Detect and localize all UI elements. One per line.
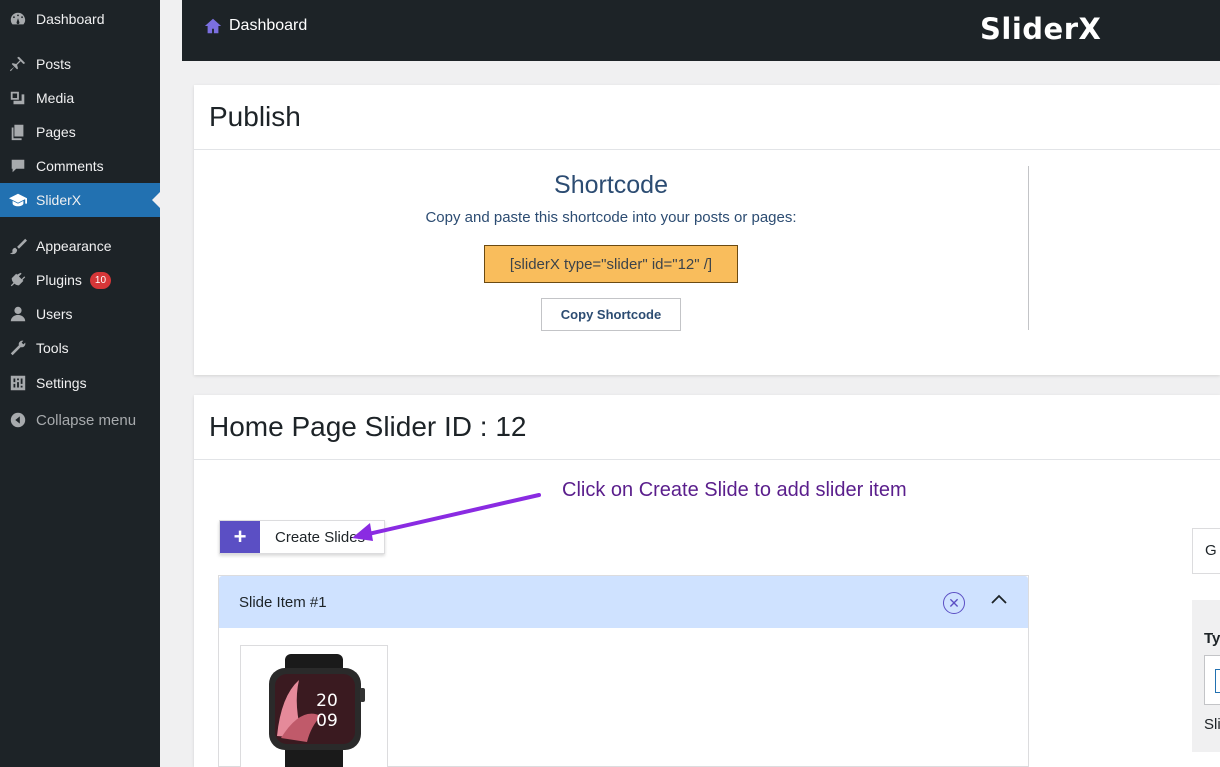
panel-title: Publish (194, 85, 1220, 150)
slide-image[interactable]: 20 09 (240, 645, 388, 767)
type-label: Ty (1204, 630, 1220, 647)
sidebar-item-label: Collapse menu (36, 411, 137, 429)
sidebar-item-pages[interactable]: Pages (0, 115, 160, 149)
shortcode-title: Shortcode (554, 171, 668, 199)
sidebar-item-label: Posts (36, 56, 72, 72)
sidebar-item-label: Comments (36, 158, 104, 174)
sidebar-item-label: Dashboard (36, 11, 105, 27)
sidebar-item-tools[interactable]: Tools (0, 331, 160, 365)
pin-icon (0, 55, 36, 73)
comment-icon (0, 157, 36, 175)
plugin-header: Dashboard SliderX (182, 0, 1220, 61)
annotation-arrow (352, 493, 541, 541)
sidebar-item-appearance[interactable]: Appearance (0, 229, 160, 263)
tutorial-annotation: Click on Create Slide to add slider item (562, 479, 907, 501)
sidebar-item-users[interactable]: Users (0, 297, 160, 331)
shortcode-section: Shortcode Copy and paste this shortcode … (194, 151, 1028, 375)
slide-item: Slide Item #1 ✕ 20 09 (218, 575, 1029, 767)
breadcrumb[interactable]: Dashboard (204, 17, 307, 35)
collapse-icon (0, 411, 36, 429)
shortcode-description: Copy and paste this shortcode into your … (425, 209, 797, 226)
sidebar-item-plugins[interactable]: Plugins 10 (0, 263, 160, 297)
slider-label: Sli (1204, 716, 1220, 733)
remove-slide-icon[interactable]: ✕ (943, 592, 965, 614)
plugins-update-badge: 10 (89, 271, 112, 289)
user-icon (0, 305, 36, 323)
sidebar-item-label: Tools (36, 340, 69, 356)
plus-icon: + (220, 521, 260, 553)
sidebar-item-label: Pages (36, 124, 76, 140)
slide-settings-sidebar: Ty Sli (1192, 600, 1220, 752)
breadcrumb-label: Dashboard (229, 17, 308, 34)
pages-icon (0, 123, 36, 141)
dashboard-icon (0, 10, 36, 28)
brand-logo: SliderX (980, 12, 1102, 46)
media-icon (0, 89, 36, 107)
plug-icon (0, 271, 36, 289)
chevron-up-icon[interactable] (989, 590, 1009, 610)
sidebar-item-sliderx[interactable]: SliderX (0, 183, 160, 217)
sidebar-item-label: Media (36, 90, 75, 106)
watch-hours: 20 (316, 691, 338, 711)
sidebar-item-label: SliderX (36, 192, 82, 208)
home-icon (204, 18, 222, 34)
admin-sidebar: Dashboard Posts Media Pages Comments Sli… (0, 0, 160, 767)
sidebar-item-comments[interactable]: Comments (0, 149, 160, 183)
slider-panel: Home Page Slider ID : 12 Click on Create… (194, 395, 1220, 767)
sidebar-item-label: Appearance (36, 238, 112, 254)
copy-shortcode-button[interactable]: Copy Shortcode (541, 298, 681, 331)
collapse-menu-button[interactable]: Collapse menu (0, 403, 160, 437)
shortcode-value[interactable]: [sliderX type="slider" id="12" /] (484, 245, 738, 283)
smartwatch-image: 20 09 (269, 654, 365, 767)
brush-icon (0, 237, 36, 255)
settings-tab[interactable]: G (1192, 528, 1220, 574)
slide-item-header[interactable]: Slide Item #1 ✕ (219, 576, 1028, 628)
sidebar-item-label: Users (36, 306, 73, 322)
panel-title: Home Page Slider ID : 12 (194, 395, 1220, 460)
sidebar-item-media[interactable]: Media (0, 81, 160, 115)
watch-minutes: 09 (316, 711, 338, 731)
mortarboard-icon (0, 191, 36, 209)
divider (1028, 166, 1029, 330)
settings-icon (0, 374, 36, 392)
sidebar-item-label: Settings (36, 375, 87, 391)
sidebar-item-settings[interactable]: Settings (0, 366, 160, 400)
sidebar-item-dashboard[interactable]: Dashboard (0, 2, 160, 36)
sidebar-item-label: Plugins (36, 272, 82, 288)
publish-panel: Publish Shortcode Copy and paste this sh… (194, 85, 1220, 375)
slide-item-title: Slide Item #1 (239, 593, 327, 611)
sidebar-item-posts[interactable]: Posts (0, 47, 160, 81)
type-select[interactable] (1204, 655, 1220, 705)
wrench-icon (0, 339, 36, 357)
